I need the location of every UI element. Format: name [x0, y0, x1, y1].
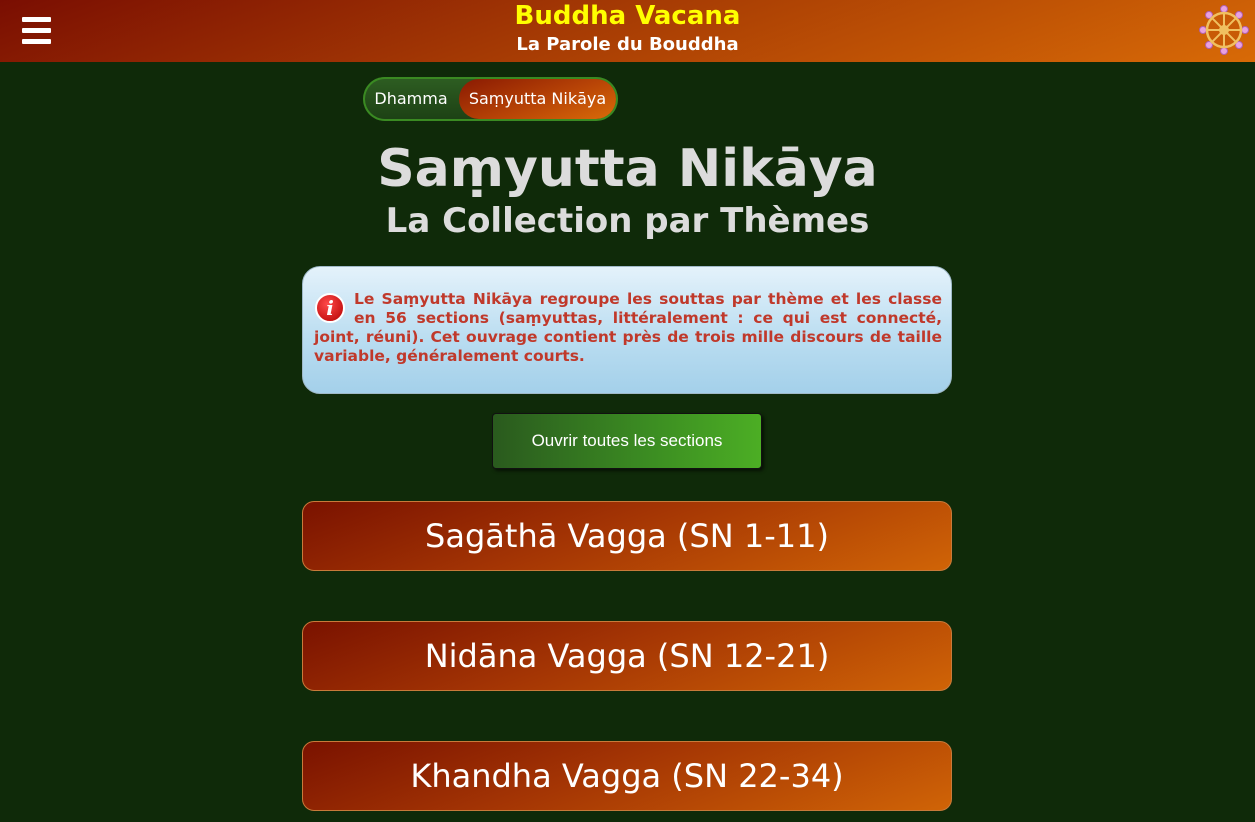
- breadcrumb-item-dhamma[interactable]: Dhamma: [363, 77, 459, 121]
- info-box: i Le Saṃyutta Nikāya regroupe les soutta…: [302, 266, 952, 394]
- section-sagatha-vagga[interactable]: Sagāthā Vagga (SN 1-11): [302, 501, 952, 571]
- site-title[interactable]: Buddha Vacana: [0, 0, 1255, 32]
- section-nidana-vagga[interactable]: Nidāna Vagga (SN 12-21): [302, 621, 952, 691]
- section-khandha-vagga[interactable]: Khandha Vagga (SN 22-34): [302, 741, 952, 811]
- page-title: Saṃyutta Nikāya: [377, 139, 878, 199]
- open-all-sections-button[interactable]: Ouvrir toutes les sections: [492, 413, 762, 469]
- breadcrumb-item-current[interactable]: Saṃyutta Nikāya: [459, 79, 616, 119]
- dharma-wheel-icon[interactable]: [1199, 5, 1249, 55]
- site-subtitle: La Parole du Bouddha: [516, 34, 739, 55]
- breadcrumb: Dhamma Saṃyutta Nikāya: [363, 77, 618, 121]
- top-bar: Buddha Vacana La Parole du Bouddha: [0, 0, 1255, 62]
- info-text: Le Saṃyutta Nikāya regroupe les souttas …: [314, 290, 942, 365]
- page-subtitle: La Collection par Thèmes: [385, 201, 870, 241]
